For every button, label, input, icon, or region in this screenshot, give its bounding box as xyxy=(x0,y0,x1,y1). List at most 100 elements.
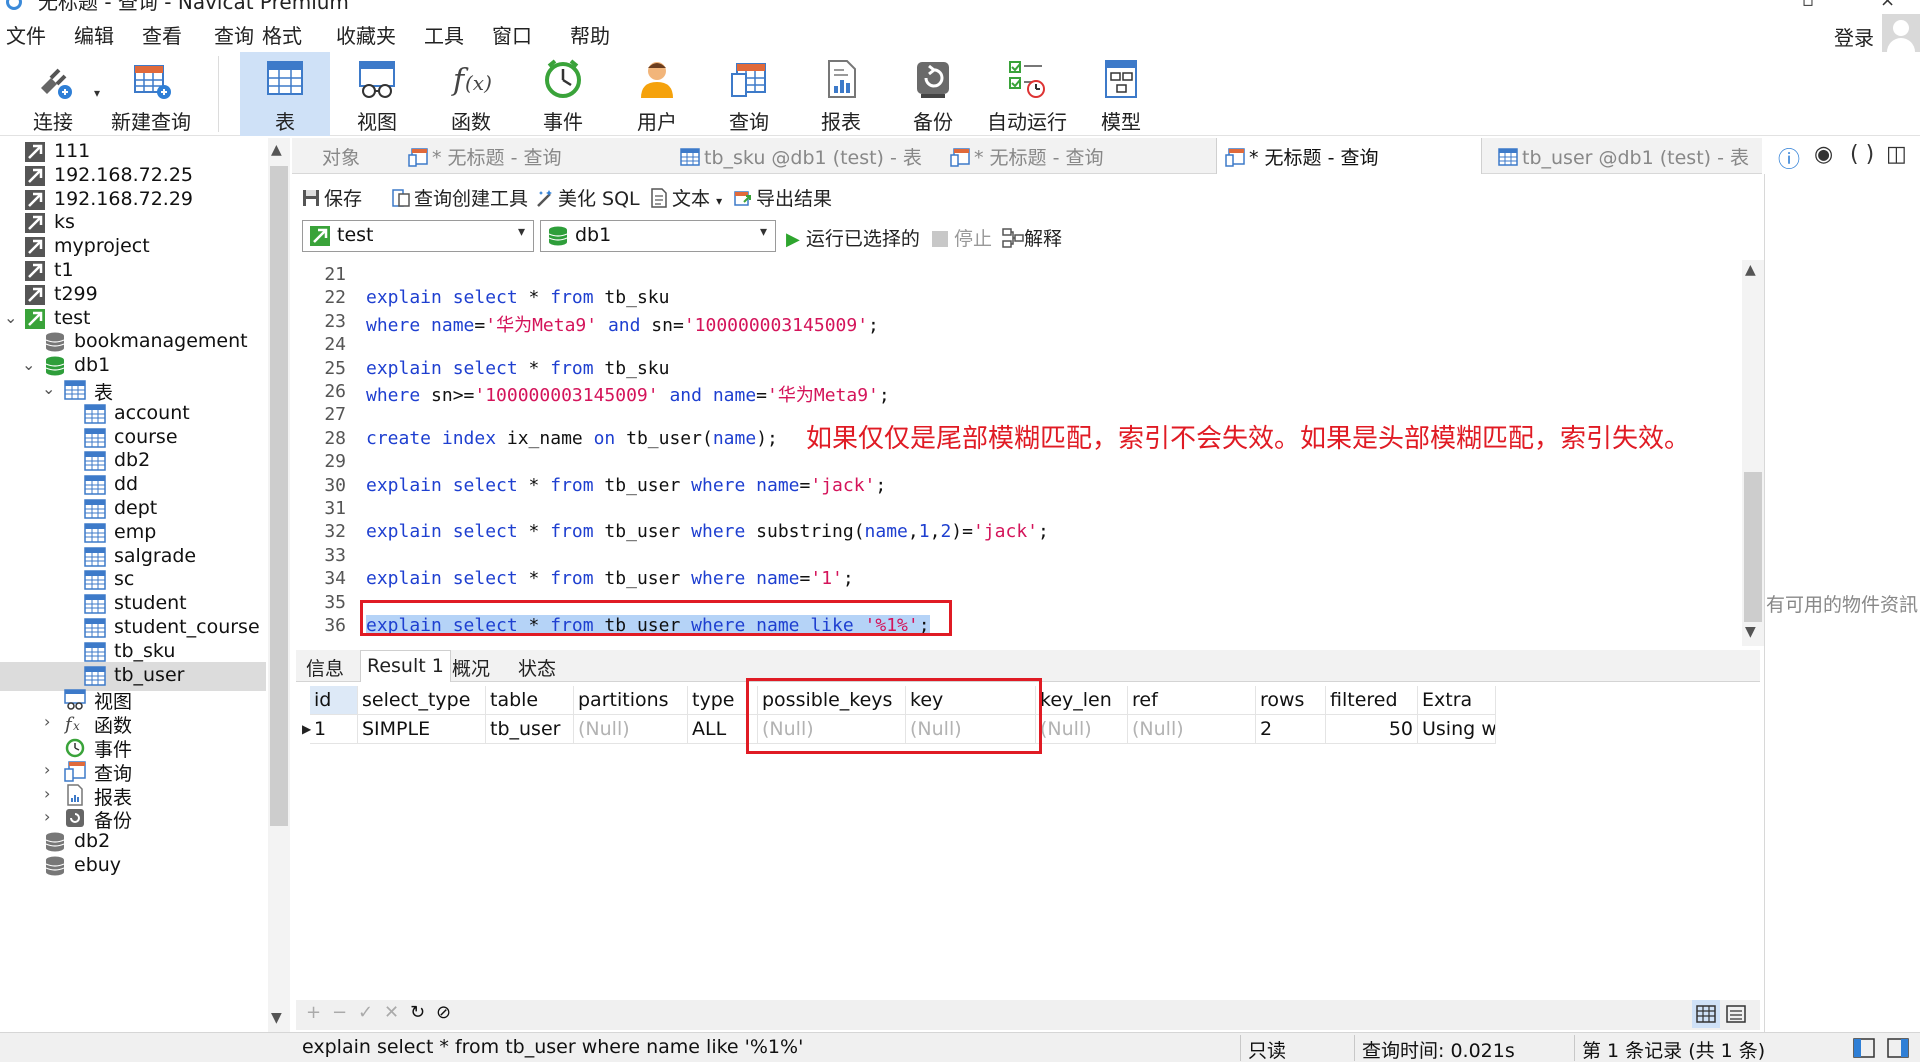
stop-query-icon[interactable]: ⊘ xyxy=(436,1002,451,1023)
query-builder-button[interactable]: 查询创建工具 xyxy=(392,184,528,211)
brackets-icon[interactable]: ( ) xyxy=(1850,142,1874,167)
event-button[interactable]: 事件 xyxy=(518,52,608,136)
text-button[interactable]: 文本 ▾ xyxy=(650,184,722,211)
connection-select[interactable]: test ▾ xyxy=(302,220,534,252)
explain-button[interactable]: 解释 xyxy=(1002,224,1062,251)
editor-scroll-thumb[interactable] xyxy=(1744,472,1762,622)
chevron-down-icon[interactable]: ⌄ xyxy=(4,308,17,327)
backup-button[interactable]: 备份 xyxy=(888,52,978,136)
column-header[interactable]: id xyxy=(310,686,358,715)
save-button[interactable]: 保存 xyxy=(302,184,362,211)
result-tab[interactable]: Result 1 xyxy=(360,650,451,682)
tree-scrollbar[interactable]: ▲ ▼ xyxy=(268,138,290,1032)
menu-query[interactable]: 查询 xyxy=(214,20,254,49)
column-header[interactable]: Extra xyxy=(1418,686,1496,715)
add-row-icon[interactable]: + xyxy=(306,1002,321,1023)
result-tab[interactable]: 信息 xyxy=(300,650,350,682)
avatar[interactable] xyxy=(1882,14,1920,52)
connect-dropdown-icon[interactable]: ▾ xyxy=(94,86,100,100)
info-icon[interactable]: ⓘ xyxy=(1778,142,1800,174)
table-cell[interactable]: (Null) xyxy=(574,715,688,744)
run-selected-button[interactable]: ▶ 运行已选择的 xyxy=(786,224,920,251)
export-results-label: 导出结果 xyxy=(756,188,833,210)
chevron-right-icon[interactable]: › xyxy=(44,760,50,779)
layout-right-icon[interactable] xyxy=(1886,1037,1910,1059)
chevron-right-icon[interactable]: › xyxy=(44,784,50,803)
table-icon xyxy=(64,380,86,400)
column-header[interactable]: select_type xyxy=(358,686,486,715)
chevron-right-icon[interactable]: › xyxy=(44,807,50,826)
model-button[interactable]: 模型 xyxy=(1076,52,1166,136)
column-header[interactable]: table xyxy=(486,686,574,715)
menu-window[interactable]: 窗口 xyxy=(492,20,532,49)
form-view-icon[interactable] xyxy=(1722,1000,1750,1028)
table-button[interactable]: 表 xyxy=(240,52,330,136)
view-button[interactable]: 视图 xyxy=(332,52,422,136)
connection-icon xyxy=(25,166,45,186)
menu-format[interactable]: 格式 xyxy=(262,20,302,49)
scroll-up-icon[interactable]: ▲ xyxy=(271,142,282,158)
report-button[interactable]: 报表 xyxy=(796,52,886,136)
refresh-icon[interactable]: ↻ xyxy=(410,1002,425,1023)
result-tab[interactable]: 概况 xyxy=(446,650,496,682)
user-button[interactable]: 用户 xyxy=(612,52,702,136)
beautify-sql-button[interactable]: 美化 SQL xyxy=(536,184,640,211)
delete-row-icon[interactable]: − xyxy=(332,1002,347,1023)
menu-tools[interactable]: 工具 xyxy=(424,20,464,49)
maximize-icon[interactable]: ▫ xyxy=(1802,0,1814,11)
chevron-down-icon[interactable]: ⌄ xyxy=(42,379,55,398)
connect-button[interactable]: 连接 xyxy=(8,52,98,136)
discard-icon[interactable]: ✕ xyxy=(384,1002,399,1023)
table-cell[interactable]: Using wl xyxy=(1418,715,1496,744)
menu-view[interactable]: 查看 xyxy=(142,20,182,49)
editor-scrollbar[interactable]: ▲ ▼ xyxy=(1742,260,1764,646)
query-label: 查询 xyxy=(729,110,769,134)
column-header[interactable]: key_len xyxy=(1036,686,1128,715)
apply-icon[interactable]: ✓ xyxy=(358,1002,373,1023)
scroll-up-icon[interactable]: ▲ xyxy=(1745,262,1756,278)
column-header[interactable]: filtered xyxy=(1326,686,1418,715)
line-number: 27 xyxy=(324,404,346,425)
chevron-right-icon[interactable]: › xyxy=(44,712,50,731)
column-header[interactable]: partitions xyxy=(574,686,688,715)
menu-edit[interactable]: 编辑 xyxy=(74,20,114,49)
table-cell[interactable]: SIMPLE xyxy=(358,715,486,744)
menu-favorites[interactable]: 收藏夹 xyxy=(336,20,396,49)
column-header[interactable]: ref xyxy=(1128,686,1256,715)
menu-file[interactable]: 文件 xyxy=(6,20,46,49)
document-tab[interactable]: 对象 xyxy=(292,138,392,174)
login-button[interactable]: 登录 xyxy=(1834,22,1874,51)
new-query-button[interactable]: 新建查询 xyxy=(106,52,196,136)
database-select[interactable]: db1 ▾ xyxy=(540,220,776,252)
table-cell[interactable]: 2 xyxy=(1256,715,1326,744)
document-tab[interactable]: tb_user @db1 (test) - 表 xyxy=(1490,138,1756,174)
close-icon[interactable]: × xyxy=(1880,0,1895,11)
tree-database[interactable]: ebuy xyxy=(0,852,266,881)
grid-view-icon[interactable] xyxy=(1692,1000,1720,1028)
query-button[interactable]: 查询 xyxy=(704,52,794,136)
export-results-button[interactable]: 导出结果 xyxy=(734,184,832,211)
result-tab[interactable]: 状态 xyxy=(512,650,562,682)
layout-left-icon[interactable] xyxy=(1852,1037,1876,1059)
table-cell[interactable]: tb_user xyxy=(486,715,574,744)
auto-run-button[interactable]: 自动运行 xyxy=(982,52,1072,136)
text-dropdown-icon[interactable]: ▾ xyxy=(716,194,722,208)
scroll-down-icon[interactable]: ▼ xyxy=(271,1010,282,1026)
document-tab[interactable]: * 无标题 - 查询 xyxy=(1216,138,1482,174)
eye-icon[interactable]: ◉ xyxy=(1814,142,1833,167)
menu-help[interactable]: 帮助 xyxy=(570,20,610,49)
stop-button[interactable]: 停止 xyxy=(932,224,992,251)
document-tab[interactable]: * 无标题 - 查询 xyxy=(400,138,662,174)
table-cell[interactable]: (Null) xyxy=(1128,715,1256,744)
scroll-down-icon[interactable]: ▼ xyxy=(1745,624,1756,640)
table-cell[interactable]: (Null) xyxy=(1036,715,1128,744)
function-button[interactable]: f (x) 函数 xyxy=(426,52,516,136)
panel-layout-icon[interactable]: ◫ xyxy=(1886,142,1907,167)
document-tab[interactable]: tb_sku @db1 (test) - 表 xyxy=(672,138,934,174)
column-header[interactable]: rows xyxy=(1256,686,1326,715)
tree-scroll-thumb[interactable] xyxy=(270,166,288,826)
chevron-down-icon[interactable]: ⌄ xyxy=(22,355,35,374)
document-tab[interactable]: * 无标题 - 查询 xyxy=(942,138,1208,174)
table-cell[interactable]: 50 xyxy=(1326,715,1418,744)
table-cell[interactable]: 1 xyxy=(310,715,358,744)
